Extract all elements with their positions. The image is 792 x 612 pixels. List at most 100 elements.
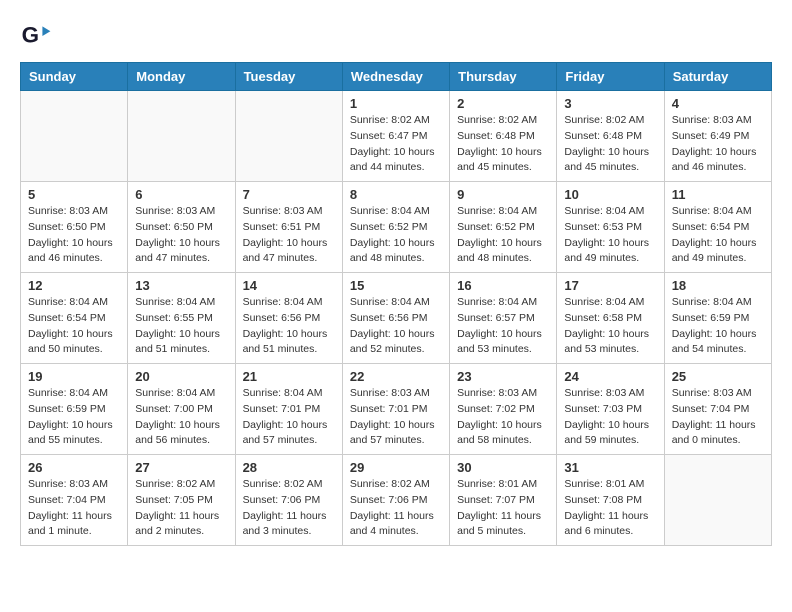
day-number: 3 bbox=[564, 96, 656, 111]
calendar-cell: 26 Sunrise: 8:03 AMSunset: 7:04 PMDayligh… bbox=[21, 455, 128, 546]
cell-content: Sunrise: 8:03 AMSunset: 7:02 PMDaylight:… bbox=[457, 386, 549, 449]
day-number: 4 bbox=[672, 96, 764, 111]
day-number: 23 bbox=[457, 369, 549, 384]
day-number: 29 bbox=[350, 460, 442, 475]
day-number: 14 bbox=[243, 278, 335, 293]
cell-content: Sunrise: 8:02 AMSunset: 7:06 PMDaylight:… bbox=[243, 477, 335, 540]
cell-content: Sunrise: 8:04 AMSunset: 6:53 PMDaylight:… bbox=[564, 204, 656, 267]
calendar-cell: 30Sunrise: 8:01 AMSunset: 7:07 PMDayligh… bbox=[450, 455, 557, 546]
weekday-header-thursday: Thursday bbox=[450, 63, 557, 91]
day-number: 27 bbox=[135, 460, 227, 475]
svg-text:G: G bbox=[22, 22, 39, 47]
calendar-cell: 1 Sunrise: 8:02 AMSunset: 6:47 PMDaylight… bbox=[342, 91, 449, 182]
day-number: 16 bbox=[457, 278, 549, 293]
day-number: 19 bbox=[28, 369, 120, 384]
day-number: 24 bbox=[564, 369, 656, 384]
calendar-cell: 16 Sunrise: 8:04 AMSunset: 6:57 PMDayligh… bbox=[450, 273, 557, 364]
day-number: 31 bbox=[564, 460, 656, 475]
cell-content: Sunrise: 8:04 AMSunset: 6:56 PMDaylight:… bbox=[243, 295, 335, 358]
cell-content: Sunrise: 8:04 AMSunset: 6:57 PMDaylight:… bbox=[457, 295, 549, 358]
page-header: G bbox=[20, 20, 772, 52]
weekday-header-saturday: Saturday bbox=[664, 63, 771, 91]
day-number: 8 bbox=[350, 187, 442, 202]
calendar-cell: 24 Sunrise: 8:03 AMSunset: 7:03 PMDayligh… bbox=[557, 364, 664, 455]
day-number: 20 bbox=[135, 369, 227, 384]
calendar-cell: 18Sunrise: 8:04 AMSunset: 6:59 PMDayligh… bbox=[664, 273, 771, 364]
day-number: 2 bbox=[457, 96, 549, 111]
cell-content: Sunrise: 8:04 AMSunset: 6:52 PMDaylight:… bbox=[350, 204, 442, 267]
calendar-cell: 4Sunrise: 8:03 AMSunset: 6:49 PMDaylight… bbox=[664, 91, 771, 182]
cell-content: Sunrise: 8:02 AMSunset: 6:48 PMDaylight:… bbox=[457, 113, 549, 176]
cell-content: Sunrise: 8:02 AMSunset: 7:06 PMDaylight:… bbox=[350, 477, 442, 540]
day-number: 17 bbox=[564, 278, 656, 293]
calendar-cell: 3 Sunrise: 8:02 AMSunset: 6:48 PMDaylight… bbox=[557, 91, 664, 182]
calendar-week-row: 1 Sunrise: 8:02 AMSunset: 6:47 PMDaylight… bbox=[21, 91, 772, 182]
calendar-week-row: 5 Sunrise: 8:03 AMSunset: 6:50 PMDaylight… bbox=[21, 182, 772, 273]
weekday-header-sunday: Sunday bbox=[21, 63, 128, 91]
cell-content: Sunrise: 8:03 AMSunset: 6:50 PMDaylight:… bbox=[135, 204, 227, 267]
cell-content: Sunrise: 8:04 AMSunset: 7:01 PMDaylight:… bbox=[243, 386, 335, 449]
cell-content: Sunrise: 8:03 AMSunset: 7:04 PMDaylight:… bbox=[672, 386, 764, 449]
calendar-cell bbox=[664, 455, 771, 546]
calendar-cell bbox=[21, 91, 128, 182]
day-number: 5 bbox=[28, 187, 120, 202]
calendar-cell: 7 Sunrise: 8:03 AMSunset: 6:51 PMDaylight… bbox=[235, 182, 342, 273]
cell-content: Sunrise: 8:02 AMSunset: 7:05 PMDaylight:… bbox=[135, 477, 227, 540]
weekday-header-monday: Monday bbox=[128, 63, 235, 91]
day-number: 7 bbox=[243, 187, 335, 202]
cell-content: Sunrise: 8:01 AMSunset: 7:08 PMDaylight:… bbox=[564, 477, 656, 540]
cell-content: Sunrise: 8:04 AMSunset: 6:59 PMDaylight:… bbox=[28, 386, 120, 449]
calendar-cell: 9 Sunrise: 8:04 AMSunset: 6:52 PMDaylight… bbox=[450, 182, 557, 273]
weekday-header-wednesday: Wednesday bbox=[342, 63, 449, 91]
weekday-header-friday: Friday bbox=[557, 63, 664, 91]
day-number: 9 bbox=[457, 187, 549, 202]
day-number: 25 bbox=[672, 369, 764, 384]
cell-content: Sunrise: 8:03 AMSunset: 7:04 PMDaylight:… bbox=[28, 477, 120, 540]
cell-content: Sunrise: 8:02 AMSunset: 6:47 PMDaylight:… bbox=[350, 113, 442, 176]
cell-content: Sunrise: 8:01 AMSunset: 7:07 PMDaylight:… bbox=[457, 477, 549, 540]
cell-content: Sunrise: 8:03 AMSunset: 7:01 PMDaylight:… bbox=[350, 386, 442, 449]
cell-content: Sunrise: 8:03 AMSunset: 6:50 PMDaylight:… bbox=[28, 204, 120, 267]
cell-content: Sunrise: 8:04 AMSunset: 6:56 PMDaylight:… bbox=[350, 295, 442, 358]
day-number: 28 bbox=[243, 460, 335, 475]
day-number: 1 bbox=[350, 96, 442, 111]
calendar-cell bbox=[128, 91, 235, 182]
logo: G bbox=[20, 20, 56, 52]
weekday-header-row: SundayMondayTuesdayWednesdayThursdayFrid… bbox=[21, 63, 772, 91]
calendar-cell: 13Sunrise: 8:04 AMSunset: 6:55 PMDayligh… bbox=[128, 273, 235, 364]
calendar-cell: 5 Sunrise: 8:03 AMSunset: 6:50 PMDaylight… bbox=[21, 182, 128, 273]
calendar-cell: 15 Sunrise: 8:04 AMSunset: 6:56 PMDayligh… bbox=[342, 273, 449, 364]
day-number: 6 bbox=[135, 187, 227, 202]
calendar-cell: 19 Sunrise: 8:04 AMSunset: 6:59 PMDayligh… bbox=[21, 364, 128, 455]
calendar-table: SundayMondayTuesdayWednesdayThursdayFrid… bbox=[20, 62, 772, 546]
calendar-cell: 22 Sunrise: 8:03 AMSunset: 7:01 PMDayligh… bbox=[342, 364, 449, 455]
day-number: 15 bbox=[350, 278, 442, 293]
calendar-week-row: 12 Sunrise: 8:04 AMSunset: 6:54 PMDayligh… bbox=[21, 273, 772, 364]
weekday-header-tuesday: Tuesday bbox=[235, 63, 342, 91]
day-number: 18 bbox=[672, 278, 764, 293]
cell-content: Sunrise: 8:04 AMSunset: 6:54 PMDaylight:… bbox=[672, 204, 764, 267]
calendar-cell: 28 Sunrise: 8:02 AMSunset: 7:06 PMDayligh… bbox=[235, 455, 342, 546]
calendar-cell: 12 Sunrise: 8:04 AMSunset: 6:54 PMDayligh… bbox=[21, 273, 128, 364]
day-number: 21 bbox=[243, 369, 335, 384]
cell-content: Sunrise: 8:04 AMSunset: 6:52 PMDaylight:… bbox=[457, 204, 549, 267]
calendar-week-row: 26 Sunrise: 8:03 AMSunset: 7:04 PMDayligh… bbox=[21, 455, 772, 546]
calendar-cell: 2 Sunrise: 8:02 AMSunset: 6:48 PMDaylight… bbox=[450, 91, 557, 182]
day-number: 22 bbox=[350, 369, 442, 384]
day-number: 12 bbox=[28, 278, 120, 293]
calendar-cell: 6 Sunrise: 8:03 AMSunset: 6:50 PMDaylight… bbox=[128, 182, 235, 273]
cell-content: Sunrise: 8:03 AMSunset: 6:51 PMDaylight:… bbox=[243, 204, 335, 267]
day-number: 10 bbox=[564, 187, 656, 202]
calendar-cell: 8 Sunrise: 8:04 AMSunset: 6:52 PMDaylight… bbox=[342, 182, 449, 273]
cell-content: Sunrise: 8:04 AMSunset: 6:55 PMDaylight:… bbox=[135, 295, 227, 358]
cell-content: Sunrise: 8:04 AMSunset: 6:58 PMDaylight:… bbox=[564, 295, 656, 358]
cell-content: Sunrise: 8:02 AMSunset: 6:48 PMDaylight:… bbox=[564, 113, 656, 176]
day-number: 11 bbox=[672, 187, 764, 202]
cell-content: Sunrise: 8:04 AMSunset: 6:54 PMDaylight:… bbox=[28, 295, 120, 358]
calendar-cell: 21 Sunrise: 8:04 AMSunset: 7:01 PMDayligh… bbox=[235, 364, 342, 455]
cell-content: Sunrise: 8:03 AMSunset: 7:03 PMDaylight:… bbox=[564, 386, 656, 449]
day-number: 26 bbox=[28, 460, 120, 475]
calendar-cell bbox=[235, 91, 342, 182]
calendar-cell: 14 Sunrise: 8:04 AMSunset: 6:56 PMDayligh… bbox=[235, 273, 342, 364]
calendar-week-row: 19 Sunrise: 8:04 AMSunset: 6:59 PMDayligh… bbox=[21, 364, 772, 455]
